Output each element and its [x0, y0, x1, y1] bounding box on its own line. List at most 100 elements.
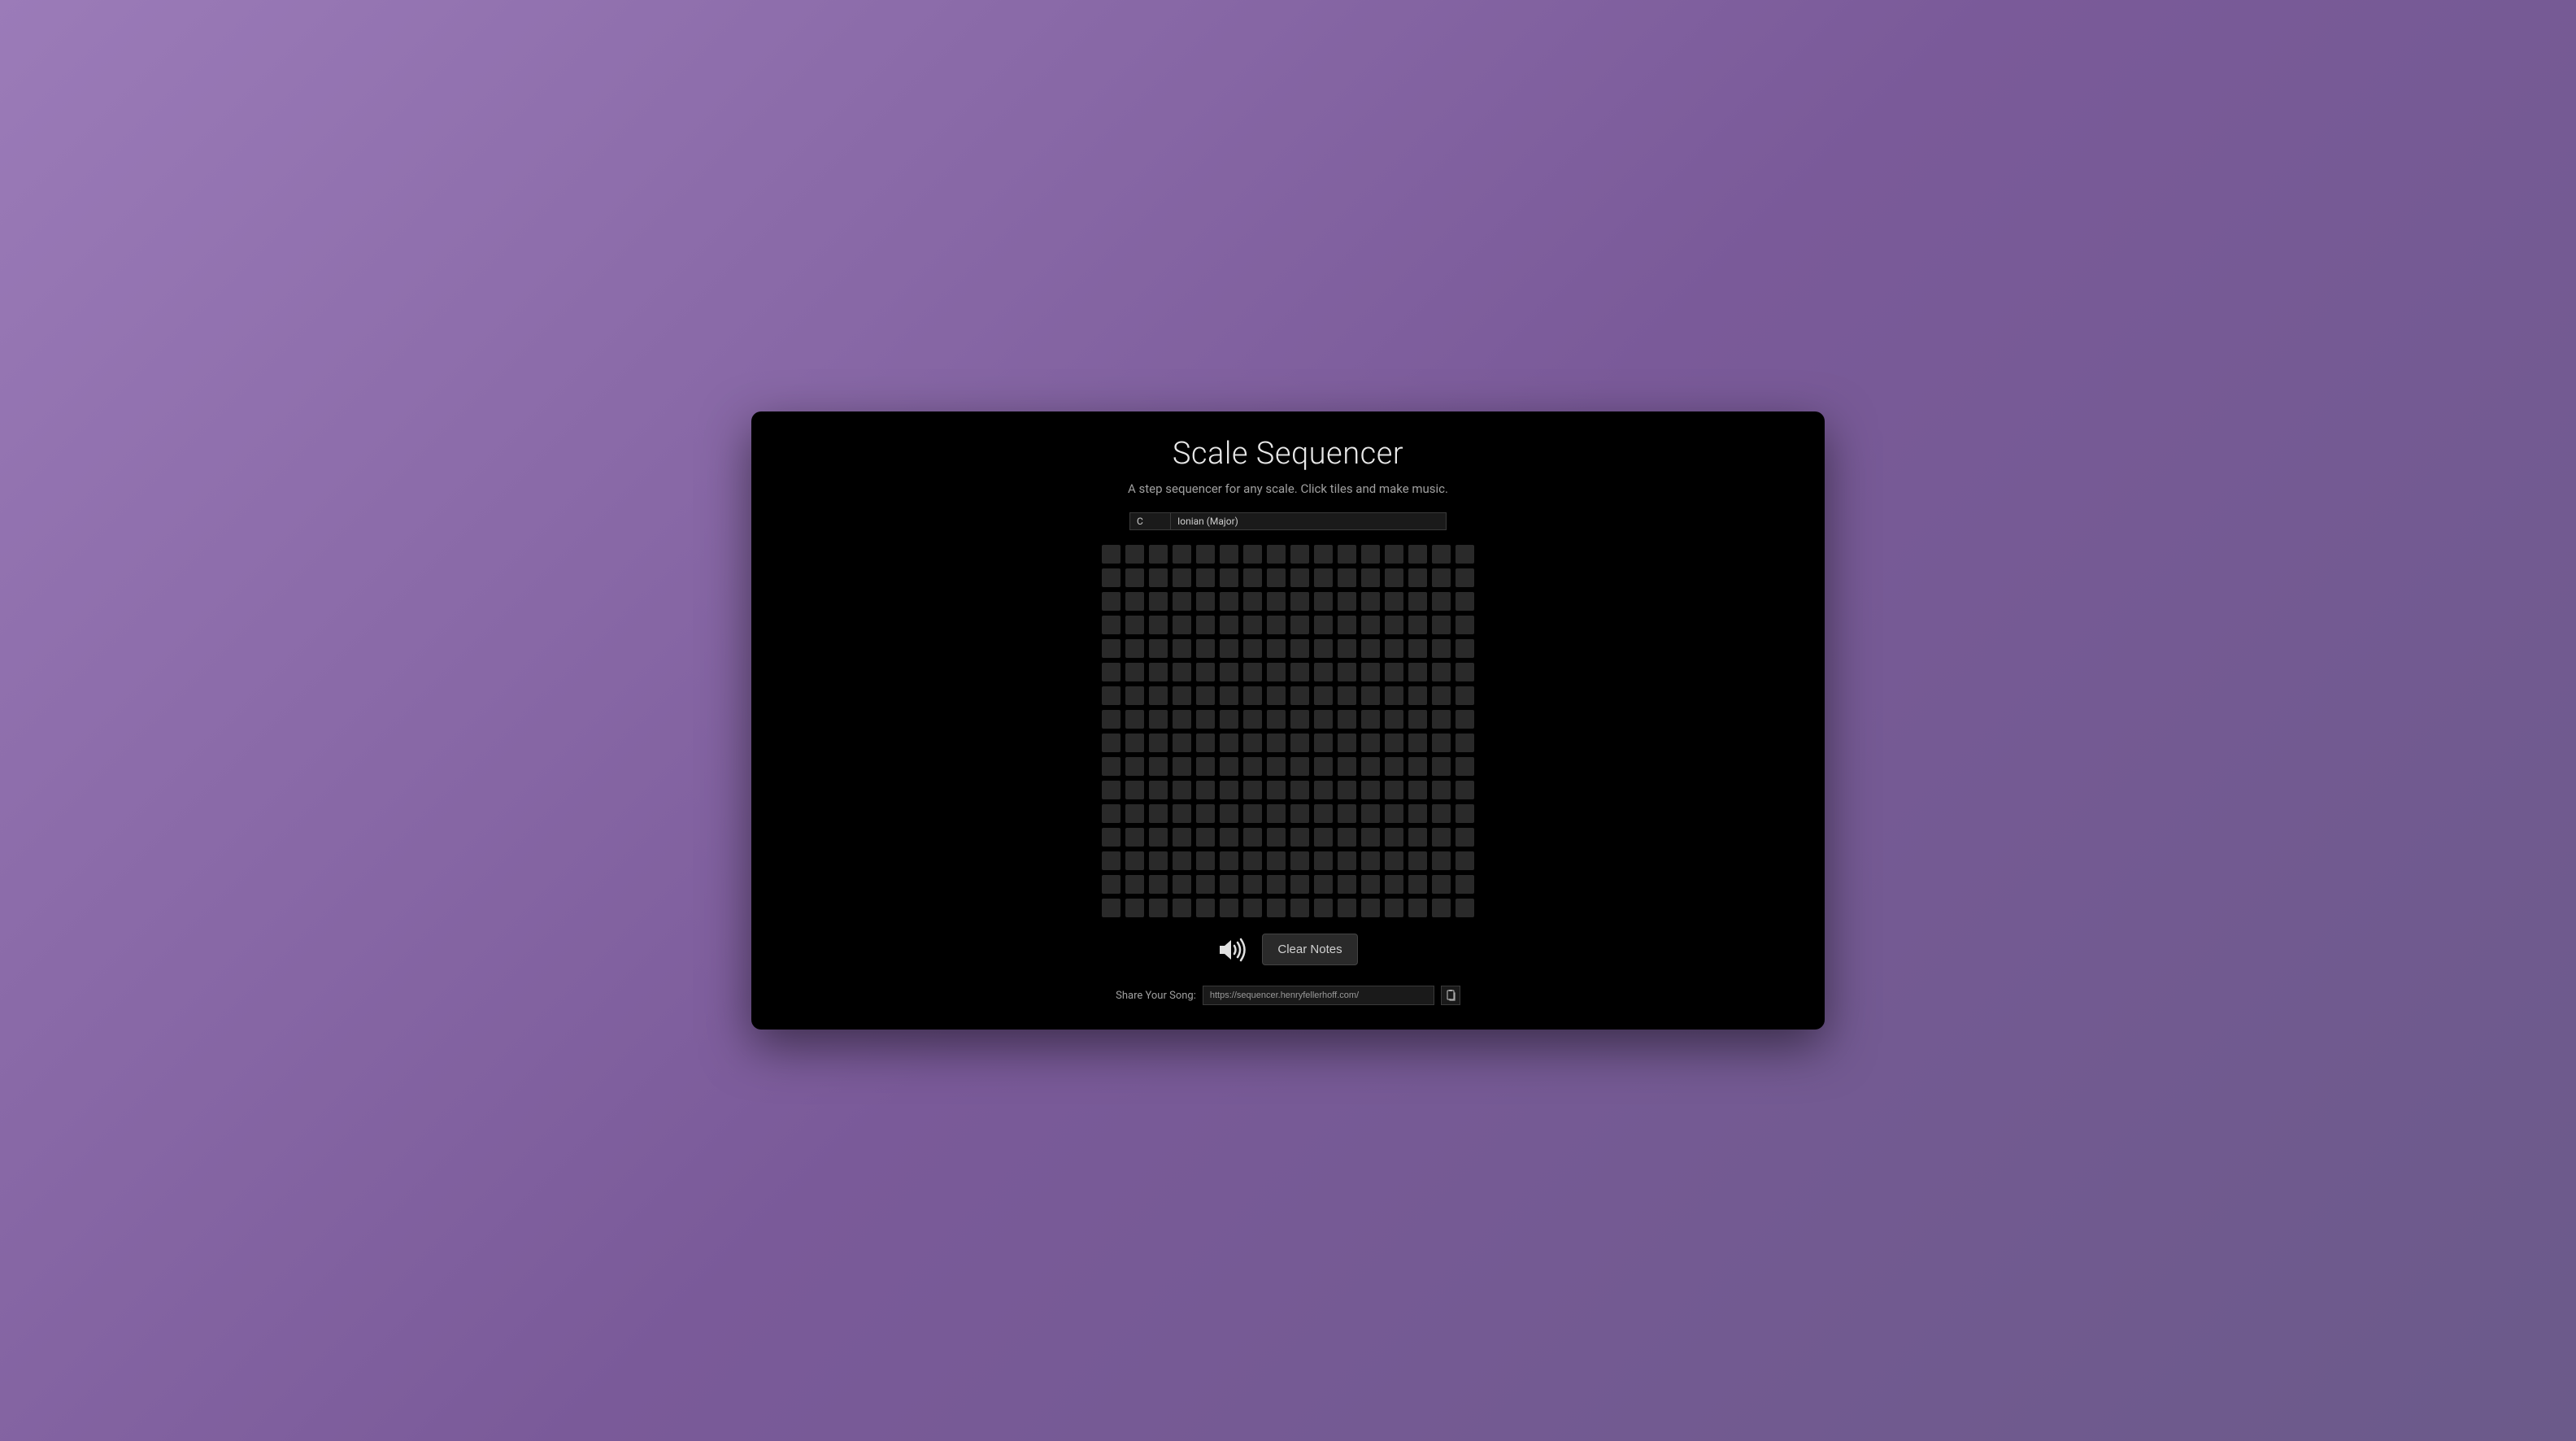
- grid-cell[interactable]: [1125, 875, 1144, 894]
- grid-cell[interactable]: [1243, 545, 1262, 564]
- grid-cell[interactable]: [1338, 616, 1356, 634]
- grid-cell[interactable]: [1408, 734, 1427, 752]
- grid-cell[interactable]: [1125, 757, 1144, 776]
- grid-cell[interactable]: [1173, 568, 1191, 587]
- grid-cell[interactable]: [1432, 781, 1451, 799]
- grid-cell[interactable]: [1456, 639, 1474, 658]
- grid-cell[interactable]: [1220, 851, 1238, 870]
- grid-cell[interactable]: [1290, 639, 1309, 658]
- grid-cell[interactable]: [1196, 616, 1215, 634]
- grid-cell[interactable]: [1196, 828, 1215, 847]
- grid-cell[interactable]: [1408, 686, 1427, 705]
- grid-cell[interactable]: [1361, 663, 1380, 681]
- grid-cell[interactable]: [1361, 828, 1380, 847]
- grid-cell[interactable]: [1267, 804, 1286, 823]
- grid-cell[interactable]: [1173, 734, 1191, 752]
- grid-cell[interactable]: [1314, 804, 1333, 823]
- grid-cell[interactable]: [1314, 616, 1333, 634]
- grid-cell[interactable]: [1408, 545, 1427, 564]
- grid-cell[interactable]: [1125, 639, 1144, 658]
- grid-cell[interactable]: [1125, 616, 1144, 634]
- grid-cell[interactable]: [1408, 568, 1427, 587]
- grid-cell[interactable]: [1125, 734, 1144, 752]
- share-url-input[interactable]: [1203, 986, 1434, 1005]
- grid-cell[interactable]: [1173, 781, 1191, 799]
- grid-cell[interactable]: [1149, 734, 1168, 752]
- grid-cell[interactable]: [1432, 545, 1451, 564]
- grid-cell[interactable]: [1220, 875, 1238, 894]
- grid-cell[interactable]: [1196, 899, 1215, 917]
- grid-cell[interactable]: [1408, 592, 1427, 611]
- grid-cell[interactable]: [1314, 545, 1333, 564]
- volume-icon[interactable]: [1218, 938, 1249, 962]
- grid-cell[interactable]: [1243, 616, 1262, 634]
- grid-cell[interactable]: [1456, 568, 1474, 587]
- grid-cell[interactable]: [1385, 851, 1403, 870]
- grid-cell[interactable]: [1290, 663, 1309, 681]
- grid-cell[interactable]: [1173, 545, 1191, 564]
- grid-cell[interactable]: [1173, 663, 1191, 681]
- grid-cell[interactable]: [1456, 592, 1474, 611]
- grid-cell[interactable]: [1385, 616, 1403, 634]
- grid-cell[interactable]: [1314, 639, 1333, 658]
- grid-cell[interactable]: [1385, 757, 1403, 776]
- grid-cell[interactable]: [1290, 875, 1309, 894]
- grid-cell[interactable]: [1456, 734, 1474, 752]
- grid-cell[interactable]: [1220, 734, 1238, 752]
- key-select[interactable]: C: [1129, 512, 1170, 530]
- grid-cell[interactable]: [1102, 616, 1120, 634]
- grid-cell[interactable]: [1456, 804, 1474, 823]
- grid-cell[interactable]: [1290, 545, 1309, 564]
- grid-cell[interactable]: [1408, 616, 1427, 634]
- grid-cell[interactable]: [1102, 592, 1120, 611]
- grid-cell[interactable]: [1125, 663, 1144, 681]
- grid-cell[interactable]: [1385, 781, 1403, 799]
- grid-cell[interactable]: [1290, 568, 1309, 587]
- grid-cell[interactable]: [1408, 781, 1427, 799]
- grid-cell[interactable]: [1196, 710, 1215, 729]
- grid-cell[interactable]: [1125, 592, 1144, 611]
- grid-cell[interactable]: [1267, 757, 1286, 776]
- grid-cell[interactable]: [1408, 828, 1427, 847]
- grid-cell[interactable]: [1102, 734, 1120, 752]
- grid-cell[interactable]: [1290, 757, 1309, 776]
- grid-cell[interactable]: [1267, 875, 1286, 894]
- grid-cell[interactable]: [1149, 875, 1168, 894]
- grid-cell[interactable]: [1290, 899, 1309, 917]
- grid-cell[interactable]: [1243, 828, 1262, 847]
- grid-cell[interactable]: [1314, 781, 1333, 799]
- grid-cell[interactable]: [1432, 710, 1451, 729]
- grid-cell[interactable]: [1338, 875, 1356, 894]
- grid-cell[interactable]: [1338, 663, 1356, 681]
- grid-cell[interactable]: [1243, 899, 1262, 917]
- grid-cell[interactable]: [1102, 568, 1120, 587]
- grid-cell[interactable]: [1432, 686, 1451, 705]
- grid-cell[interactable]: [1408, 851, 1427, 870]
- grid-cell[interactable]: [1338, 710, 1356, 729]
- grid-cell[interactable]: [1314, 828, 1333, 847]
- grid-cell[interactable]: [1338, 781, 1356, 799]
- grid-cell[interactable]: [1361, 851, 1380, 870]
- grid-cell[interactable]: [1456, 781, 1474, 799]
- grid-cell[interactable]: [1338, 899, 1356, 917]
- grid-cell[interactable]: [1149, 663, 1168, 681]
- grid-cell[interactable]: [1361, 804, 1380, 823]
- grid-cell[interactable]: [1361, 616, 1380, 634]
- grid-cell[interactable]: [1361, 686, 1380, 705]
- grid-cell[interactable]: [1149, 639, 1168, 658]
- grid-cell[interactable]: [1243, 734, 1262, 752]
- grid-cell[interactable]: [1432, 875, 1451, 894]
- grid-cell[interactable]: [1385, 899, 1403, 917]
- grid-cell[interactable]: [1102, 710, 1120, 729]
- grid-cell[interactable]: [1125, 568, 1144, 587]
- grid-cell[interactable]: [1338, 757, 1356, 776]
- grid-cell[interactable]: [1243, 663, 1262, 681]
- grid-cell[interactable]: [1314, 663, 1333, 681]
- grid-cell[interactable]: [1220, 828, 1238, 847]
- grid-cell[interactable]: [1432, 804, 1451, 823]
- grid-cell[interactable]: [1220, 710, 1238, 729]
- grid-cell[interactable]: [1338, 545, 1356, 564]
- grid-cell[interactable]: [1196, 781, 1215, 799]
- grid-cell[interactable]: [1149, 828, 1168, 847]
- grid-cell[interactable]: [1385, 592, 1403, 611]
